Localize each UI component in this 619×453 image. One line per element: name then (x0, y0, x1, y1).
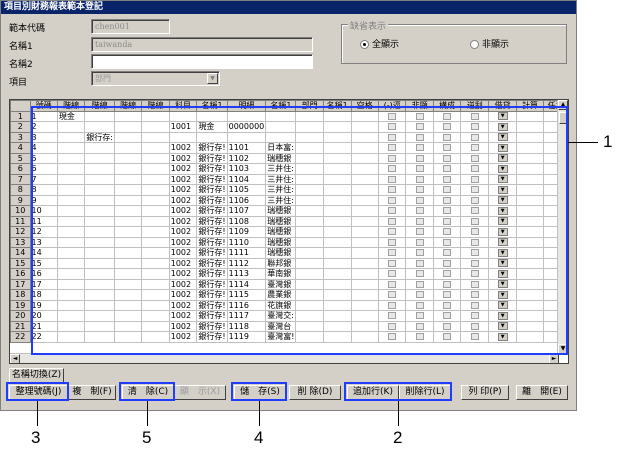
callout-line-2 (398, 401, 399, 426)
row-number[interactable]: 1 (10, 110, 31, 122)
item-select[interactable]: 部門 ▼ (91, 71, 220, 86)
row-number[interactable]: 20 (10, 310, 31, 322)
name2-field[interactable] (91, 54, 313, 69)
row-number[interactable]: 2 (10, 121, 31, 133)
scroll-right-icon[interactable]: ► (549, 354, 559, 363)
radio-hide-label: 非顯示 (482, 40, 510, 50)
display-button[interactable]: 顯 示(X) (174, 385, 226, 400)
item-select-value: 部門 (95, 74, 111, 83)
radio-hide[interactable]: 非顯示 (470, 37, 509, 50)
renumber-highlight (6, 382, 69, 401)
radio-show-all-label: 全顯示 (372, 40, 400, 50)
display-group-title: 缺省表示 (348, 19, 389, 32)
callout-line-5 (147, 401, 148, 426)
save-highlight (231, 382, 287, 401)
grid-highlight (31, 106, 568, 355)
name1-label: 名稱1 (9, 42, 33, 52)
window-title: 項目別財務報表範本登記 (1, 1, 576, 14)
print-button[interactable]: 列 印(P) (461, 385, 509, 400)
display-group: 缺省表示 全顯示 非顯示 (341, 19, 567, 64)
row-number[interactable]: 4 (10, 142, 31, 154)
row-number[interactable]: 10 (10, 205, 31, 217)
scroll-left-icon[interactable]: ◄ (10, 354, 20, 363)
clear-highlight (119, 382, 175, 401)
row-number[interactable]: 16 (10, 268, 31, 280)
callout-number-1: 1 (603, 132, 613, 151)
radio-selected-icon (360, 40, 369, 49)
delete-button[interactable]: 削 除(D) (289, 385, 341, 400)
row-number[interactable]: 19 (10, 299, 31, 311)
row-number[interactable]: 3 (10, 131, 31, 143)
row-number[interactable]: 6 (10, 163, 31, 175)
item-label: 項目 (9, 78, 28, 88)
row-number[interactable]: 5 (10, 152, 31, 164)
callout-line-3 (37, 401, 38, 426)
name2-label: 名稱2 (9, 60, 33, 70)
close-button[interactable]: 離 開(E) (516, 385, 568, 400)
code-field[interactable]: chen001 (91, 19, 170, 34)
row-number[interactable]: 21 (10, 320, 31, 332)
radio-unselected-icon (470, 40, 479, 49)
callout-line-1 (568, 142, 598, 143)
grid-corner (10, 100, 31, 112)
callout-number-4: 4 (254, 428, 264, 447)
row-number[interactable]: 9 (10, 194, 31, 206)
copy-button[interactable]: 複 制(F) (68, 385, 116, 400)
callout-number-2: 2 (393, 428, 403, 447)
radio-show-all[interactable]: 全顯示 (360, 37, 399, 50)
switch-name-button[interactable]: 名稱切換(Z) (9, 368, 64, 383)
callout-line-4 (259, 401, 260, 426)
row-number[interactable]: 13 (10, 236, 31, 248)
row-number[interactable]: 22 (10, 331, 31, 343)
row-number[interactable]: 7 (10, 173, 31, 185)
row-buttons-highlight (344, 382, 452, 401)
name1-field[interactable]: taiwanda (91, 37, 313, 52)
chevron-down-icon[interactable]: ▼ (207, 73, 218, 84)
row-number[interactable]: 17 (10, 278, 31, 290)
code-label: 範本代碼 (9, 24, 46, 34)
row-number[interactable]: 14 (10, 247, 31, 259)
row-number[interactable]: 11 (10, 215, 31, 227)
row-number[interactable]: 8 (10, 184, 31, 196)
row-number[interactable]: 18 (10, 289, 31, 301)
callout-number-3: 3 (31, 428, 41, 447)
callout-number-5: 5 (142, 428, 152, 447)
row-number[interactable]: 15 (10, 257, 31, 269)
row-number[interactable]: 12 (10, 226, 31, 238)
